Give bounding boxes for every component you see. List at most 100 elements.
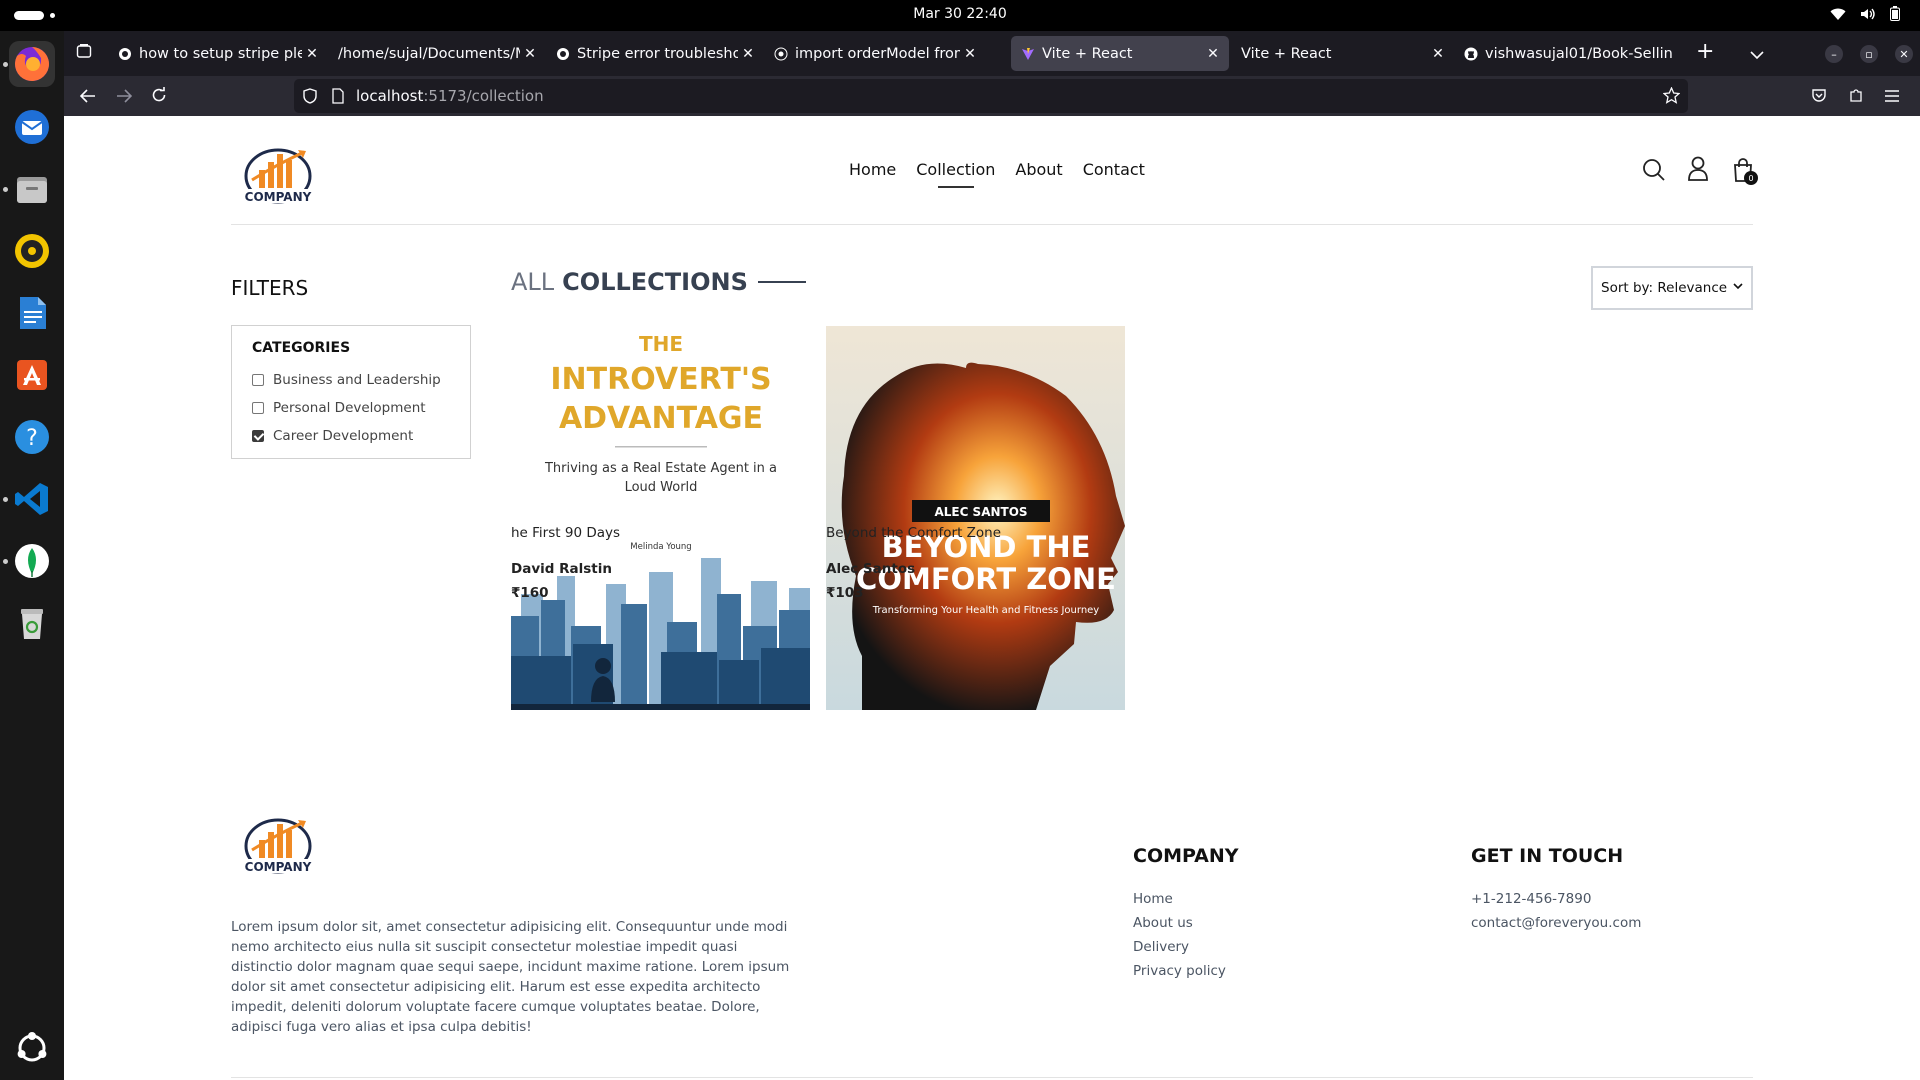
show-apps-icon[interactable] — [9, 1025, 55, 1071]
new-tab-button[interactable]: + — [1696, 39, 1714, 64]
nav-contact[interactable]: Contact — [1083, 160, 1145, 179]
url-text[interactable]: localhost:5173/collection — [356, 87, 544, 105]
footer-divider — [231, 1077, 1753, 1078]
tab-title: Vite + React — [1042, 45, 1133, 62]
sort-select[interactable]: Sort by: Relevance — [1591, 266, 1753, 310]
page-info-icon[interactable] — [332, 88, 344, 104]
files-icon[interactable] — [9, 166, 55, 212]
tab-vite-react[interactable]: Vite + React ✕ — [1231, 36, 1454, 71]
dock: ? — [0, 31, 64, 1080]
footer-description: Lorem ipsum dolor sit, amet consectetur … — [231, 919, 790, 1035]
nav-about[interactable]: About — [1015, 160, 1062, 179]
cart-count-badge: 0 — [1744, 171, 1758, 185]
footer-email[interactable]: contact@foreveryou.com — [1471, 915, 1641, 931]
tab-close-icon[interactable]: ✕ — [738, 46, 758, 62]
footer-link-about[interactable]: About us — [1133, 915, 1193, 931]
extensions-button[interactable] — [1848, 87, 1864, 107]
tab-close-icon[interactable]: ✕ — [1428, 46, 1448, 62]
shield-icon[interactable] — [303, 88, 317, 104]
tab-close-icon[interactable]: ✕ — [1203, 46, 1223, 62]
back-button[interactable] — [79, 88, 96, 107]
bookmark-star-icon[interactable] — [1663, 87, 1680, 104]
product-card[interactable]: ALEC SANTOS BEYOND THE COMFORT ZONE Tran… — [826, 326, 1125, 710]
trash-icon[interactable] — [9, 600, 55, 646]
tab-close-icon[interactable]: ✕ — [960, 46, 980, 62]
company-logo[interactable]: COMPANY — [234, 140, 324, 220]
category-business-leadership[interactable]: Business and Leadership — [252, 372, 441, 388]
thunderbird-icon[interactable] — [9, 104, 55, 150]
tab-stripe-setup[interactable]: how to setup stripe pleas ✕ — [108, 36, 328, 71]
cart-button[interactable]: 0 — [1732, 157, 1758, 188]
search-button[interactable] — [1642, 158, 1666, 187]
product-image[interactable]: THE INTROVERT'S ADVANTAGE Thriving as a … — [511, 326, 810, 710]
tab-close-icon[interactable]: ✕ — [520, 46, 540, 62]
checkbox[interactable] — [252, 374, 264, 386]
product-price: ₹103 — [826, 585, 864, 601]
tab-stripe-error[interactable]: Stripe error troubleshoot ✕ — [546, 36, 764, 71]
profile-button[interactable] — [1687, 156, 1709, 187]
arrow-left-icon — [79, 89, 95, 103]
forward-button[interactable] — [116, 88, 133, 107]
checkbox[interactable] — [252, 402, 264, 414]
product-author: David Ralstin — [511, 561, 612, 577]
tab-strip: how to setup stripe pleas ✕ /home/sujal/… — [64, 31, 1920, 76]
github-favicon-icon — [1464, 47, 1478, 60]
firefox-view-button[interactable] — [76, 43, 92, 64]
chatgpt-favicon-icon — [119, 47, 131, 60]
vscode-icon[interactable] — [9, 476, 55, 522]
battery-icon — [1890, 6, 1900, 21]
user-icon — [1688, 156, 1708, 181]
mongodb-compass-icon[interactable] — [9, 538, 55, 584]
logo-text: COMPANY — [245, 190, 312, 204]
wifi-icon — [1830, 8, 1846, 20]
clock[interactable]: Mar 30 22:40 — [0, 6, 1920, 22]
book-cover-introverts-advantage: THE INTROVERT'S ADVANTAGE Thriving as a … — [511, 326, 810, 710]
product-name[interactable]: Beyond the Comfort Zone — [826, 525, 1001, 541]
maximize-button[interactable]: ▫ — [1860, 45, 1878, 63]
web-page: COMPANY Home Collection About Contact 0 … — [64, 116, 1920, 1080]
tab-vite-react-active[interactable]: Vite + React ✕ — [1011, 36, 1229, 71]
address-bar[interactable]: localhost:5173/collection — [294, 79, 1688, 113]
cover-title-line1: THE — [639, 332, 683, 356]
product-price: ₹160 — [511, 585, 549, 601]
footer-logo[interactable]: COMPANY — [234, 810, 324, 890]
category-career-development[interactable]: Career Development — [252, 428, 413, 444]
list-all-tabs-button[interactable] — [1750, 44, 1764, 65]
product-card[interactable]: THE INTROVERT'S ADVANTAGE Thriving as a … — [511, 326, 810, 710]
reload-button[interactable] — [151, 87, 167, 107]
app-center-icon[interactable] — [9, 352, 55, 398]
puzzle-icon — [1850, 89, 1862, 102]
footer-link-home[interactable]: Home — [1133, 891, 1173, 907]
header-divider — [231, 224, 1753, 225]
nav-collection[interactable]: Collection — [916, 160, 995, 188]
filters-title[interactable]: FILTERS — [231, 276, 308, 300]
app-menu-button[interactable] — [1884, 88, 1900, 107]
footer-link-delivery[interactable]: Delivery — [1133, 939, 1189, 955]
firefox-icon[interactable] — [9, 41, 55, 87]
company-logo-icon: COMPANY — [242, 818, 314, 874]
product-image[interactable]: ALEC SANTOS BEYOND THE COMFORT ZONE Tran… — [826, 326, 1125, 710]
category-personal-development[interactable]: Personal Development — [252, 400, 426, 416]
pocket-button[interactable] — [1811, 87, 1827, 107]
collection-title: ALL COLLECTIONS — [511, 268, 806, 296]
help-icon[interactable]: ? — [9, 414, 55, 460]
tab-close-icon[interactable]: ✕ — [302, 46, 322, 62]
logo-text: COMPANY — [245, 860, 312, 874]
tab-local-file[interactable]: /home/sujal/Documents/Me ✕ — [328, 36, 546, 71]
tab-github-repo[interactable]: vishwasujal01/Book-Sellin — [1454, 36, 1679, 71]
product-name[interactable]: he First 90 Days — [511, 525, 620, 541]
minimize-button[interactable]: – — [1825, 45, 1843, 63]
footer-link-privacy[interactable]: Privacy policy — [1133, 963, 1226, 979]
writer-icon[interactable] — [9, 290, 55, 336]
tab-import-ordermodel[interactable]: import orderModel from ✕ — [764, 36, 986, 71]
rhythmbox-icon[interactable] — [9, 228, 55, 274]
system-tray[interactable] — [1830, 6, 1900, 21]
checkbox-checked[interactable] — [252, 430, 264, 442]
collection-title-bold: COLLECTIONS — [562, 268, 748, 296]
vite-favicon-icon — [1022, 47, 1034, 60]
close-window-button[interactable]: ✕ — [1895, 45, 1913, 63]
tab-title: /home/sujal/Documents/Me — [338, 45, 520, 62]
footer-phone[interactable]: +1-212-456-7890 — [1471, 891, 1591, 907]
nav-home[interactable]: Home — [849, 160, 896, 179]
collection-title-light: ALL — [511, 268, 555, 296]
